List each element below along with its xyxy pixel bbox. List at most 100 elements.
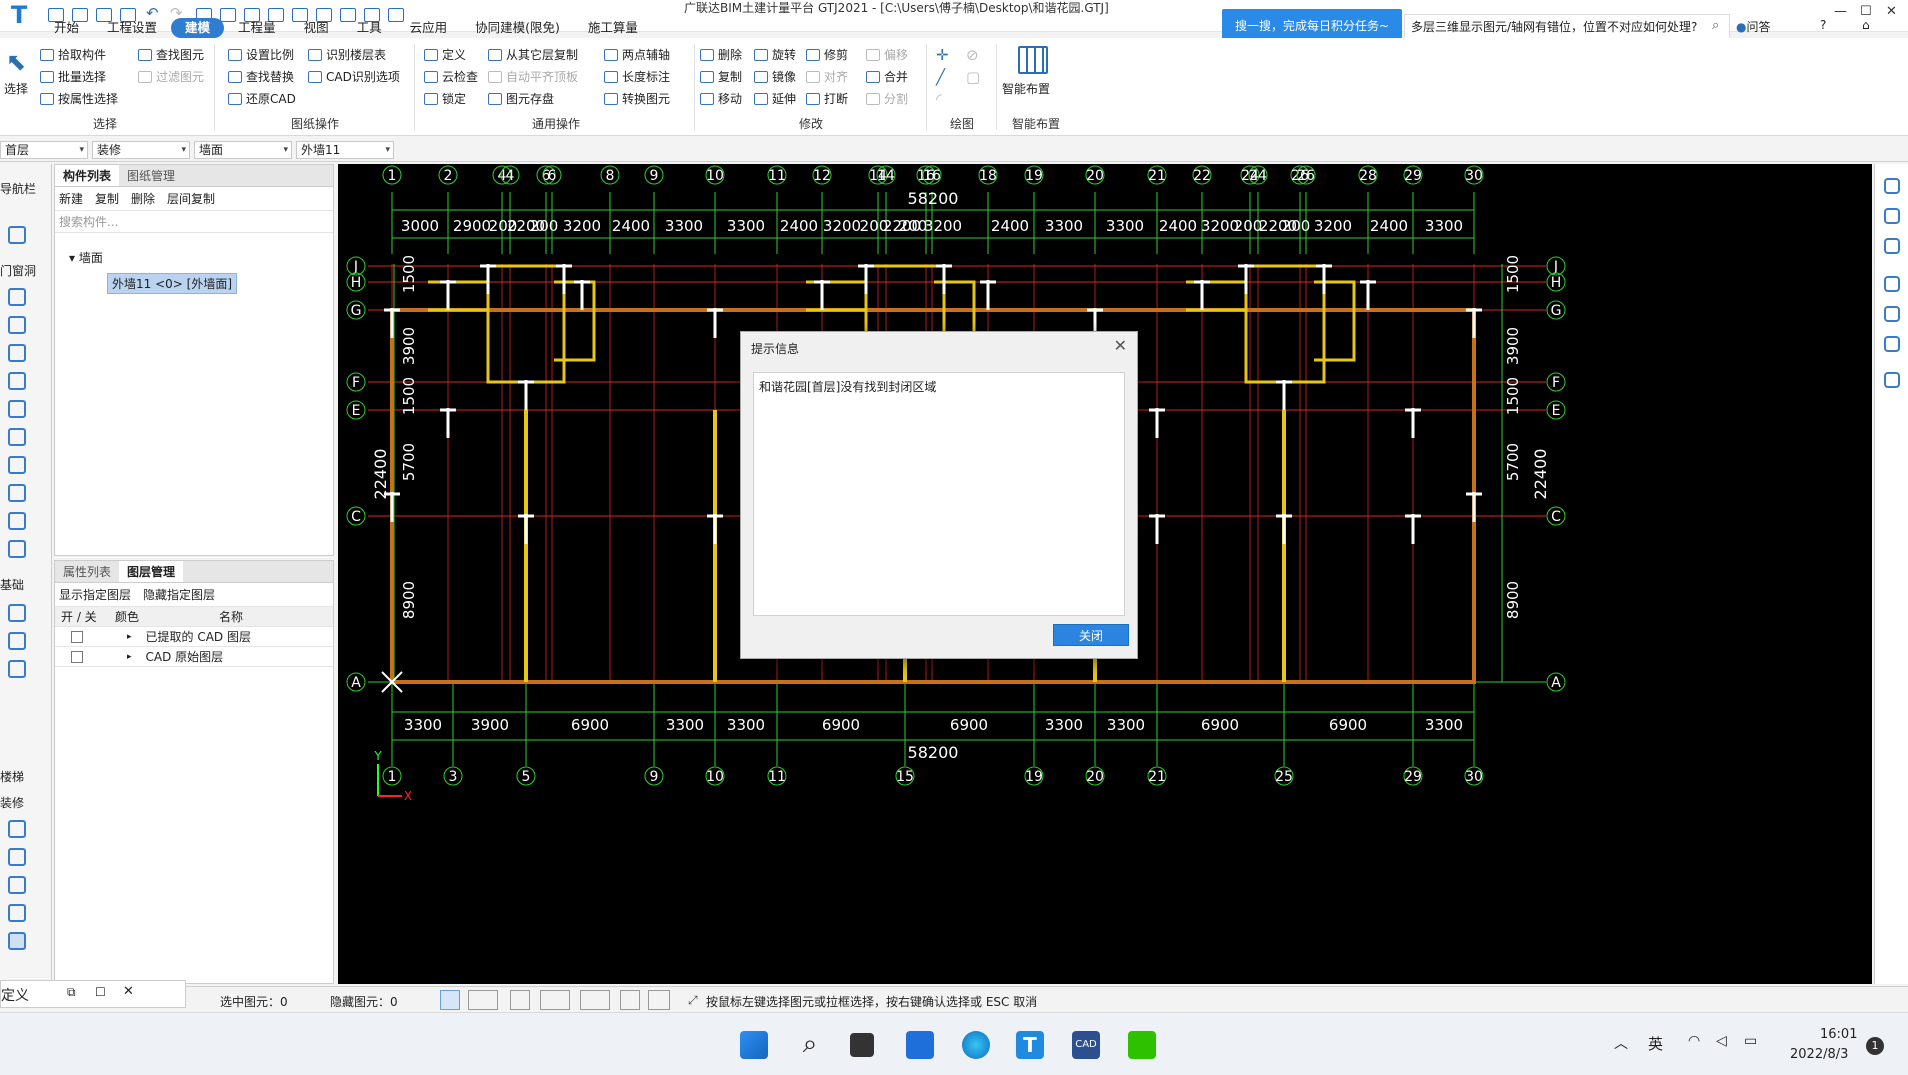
define-button[interactable]: 定义 (424, 46, 466, 64)
home-icon[interactable]: ⌂ (1862, 18, 1870, 32)
lintel-icon[interactable] (8, 512, 26, 530)
close-icon[interactable]: ✕ (1114, 336, 1127, 355)
help-search-input[interactable]: 多层三维显示图元/轴网有错位，位置不对应如何处理? (1404, 14, 1730, 40)
hide-layer-button[interactable]: 隐藏指定图层 (143, 586, 215, 603)
component-select[interactable]: 外墙11 (296, 141, 394, 159)
merge-button[interactable]: 合并 (866, 68, 908, 86)
edge-browser-icon[interactable] (962, 1031, 990, 1059)
floor-select[interactable]: 首层 (0, 141, 88, 159)
length-dim-button[interactable]: 长度标注 (604, 68, 670, 86)
tree-item-selected[interactable]: 外墙11 <0> [外墙面] (107, 273, 238, 294)
delete-button[interactable]: 删除 (700, 46, 742, 64)
rotate-point-icon[interactable]: ⊘ (966, 46, 979, 64)
restore-cad-button[interactable]: 还原CAD (228, 90, 296, 108)
tab-modeling[interactable]: 建模 (171, 18, 225, 38)
door-icon[interactable] (8, 288, 26, 306)
gtj-app-icon[interactable]: T (1016, 1031, 1044, 1059)
dynamic-view-icon[interactable] (1884, 178, 1900, 194)
cross-toggle[interactable] (510, 990, 530, 1010)
lock-button[interactable]: 锁定 (424, 90, 466, 108)
wechat-icon[interactable] (1128, 1031, 1156, 1059)
layer-row[interactable]: ▸ CAD 原始图层 (55, 647, 333, 667)
post-icon[interactable] (8, 660, 26, 678)
point-icon[interactable]: ✛ (936, 46, 949, 64)
list-view-icon[interactable] (1884, 372, 1900, 388)
volume-icon[interactable]: ◁ (1716, 1033, 1727, 1049)
line-icon[interactable]: ╱ (936, 68, 945, 86)
find-element-button[interactable]: 查找图元 (138, 46, 204, 64)
battery-icon[interactable]: ▭ (1744, 1033, 1757, 1049)
ramp-icon[interactable] (8, 632, 26, 650)
maximize-button[interactable]: ☐ (1860, 4, 1872, 19)
select-button[interactable]: 选择 (4, 80, 28, 98)
tab-properties[interactable]: 属性列表 (55, 561, 119, 582)
floor-table-button[interactable]: 识别楼层表 (308, 46, 386, 64)
arc-toggle[interactable] (648, 990, 670, 1010)
smart-layout-button[interactable]: 智能布置 (1002, 80, 1050, 98)
tab-construction[interactable]: 施工算量 (574, 18, 652, 38)
chevron-up-icon[interactable]: ︿ (1614, 1033, 1628, 1053)
trim-button[interactable]: 修剪 (806, 46, 848, 64)
slab-icon[interactable] (8, 400, 26, 418)
tab-start[interactable]: 开始 (40, 18, 93, 38)
3d-icon[interactable] (1884, 208, 1900, 224)
batch-select-button[interactable]: 批量选择 (40, 68, 106, 86)
split-button[interactable]: 分割 (866, 90, 908, 108)
tab-project-settings[interactable]: 工程设置 (93, 18, 171, 38)
copy-button[interactable]: 复制 (700, 68, 742, 86)
tab-drawing-manage[interactable]: 图纸管理 (119, 165, 183, 186)
snap-toggle[interactable] (468, 990, 498, 1010)
nav-item-door-window[interactable]: 门窗洞 (0, 262, 36, 279)
cad-app-icon[interactable]: CAD (1072, 1031, 1100, 1059)
expand-icon[interactable]: ▸ (127, 652, 132, 662)
search-icon[interactable]: ⌕ (796, 1031, 824, 1059)
home-nav-icon[interactable] (8, 820, 26, 838)
select-arrow-icon[interactable]: ⬉ (6, 48, 26, 76)
frame-icon[interactable] (8, 456, 26, 474)
max-icon[interactable]: ☐ (95, 985, 106, 999)
dynamic-input-toggle[interactable] (580, 990, 610, 1010)
wifi-icon[interactable]: ◠ (1688, 1033, 1700, 1049)
tab-tools[interactable]: 工具 (343, 18, 396, 38)
break-button[interactable]: 打断 (806, 90, 848, 108)
dialog-close-button[interactable]: 关闭 (1053, 624, 1129, 646)
ceiling-icon[interactable] (8, 876, 26, 894)
component-search-input[interactable]: 搜索构件... (55, 211, 333, 233)
filter-element-button[interactable]: 过滤图元 (138, 68, 204, 86)
question-icon[interactable]: ? (1820, 18, 1826, 32)
wall-surface-icon[interactable] (8, 932, 26, 950)
help-link[interactable]: ●问答 (1736, 18, 1771, 35)
convert-element-button[interactable]: 转换图元 (604, 90, 670, 108)
arc-icon[interactable]: ◜ (936, 90, 942, 108)
beam-icon[interactable] (8, 372, 26, 390)
offset-button[interactable]: 偏移 (866, 46, 908, 64)
rect-icon[interactable]: ▢ (966, 68, 980, 86)
view-cube-icon[interactable] (1884, 238, 1900, 254)
auto-align-button[interactable]: 自动平齐顶板 (488, 68, 578, 86)
delete-component-button[interactable]: 删除 (131, 190, 155, 207)
angle-toggle[interactable] (540, 990, 570, 1010)
search-icon[interactable]: ⌕ (1712, 18, 1719, 33)
widgets-icon[interactable] (906, 1031, 934, 1059)
clock-time[interactable]: 16:01 (1820, 1027, 1857, 1042)
mirror-button[interactable]: 镜像 (754, 68, 796, 86)
house-icon[interactable] (8, 484, 26, 502)
task-view-icon[interactable] (850, 1033, 874, 1057)
extend-button[interactable]: 延伸 (754, 90, 796, 108)
floor-copy-button[interactable]: 层间复制 (167, 190, 215, 207)
copy-component-button[interactable]: 复制 (95, 190, 119, 207)
restore-icon[interactable]: ⧉ (67, 985, 76, 1000)
zoom-extents-icon[interactable] (1884, 276, 1900, 292)
category-select[interactable]: 装修 (92, 141, 190, 159)
layer-checkbox[interactable] (71, 630, 83, 643)
layer-row[interactable]: ▸ 已提取的 CAD 图层 (55, 627, 333, 647)
tab-view[interactable]: 视图 (290, 18, 343, 38)
smart-layout-icon[interactable] (1018, 46, 1048, 74)
clock-date[interactable]: 2022/8/3 (1790, 1047, 1848, 1062)
close-window-button[interactable]: ✕ (1886, 4, 1897, 19)
wall-finish-icon[interactable] (8, 848, 26, 866)
tab-quantity[interactable]: 工程量 (224, 18, 290, 38)
find-replace-button[interactable]: 查找替换 (228, 68, 294, 86)
set-scale-button[interactable]: 设置比例 (228, 46, 294, 64)
display-settings-icon[interactable] (1884, 336, 1900, 352)
